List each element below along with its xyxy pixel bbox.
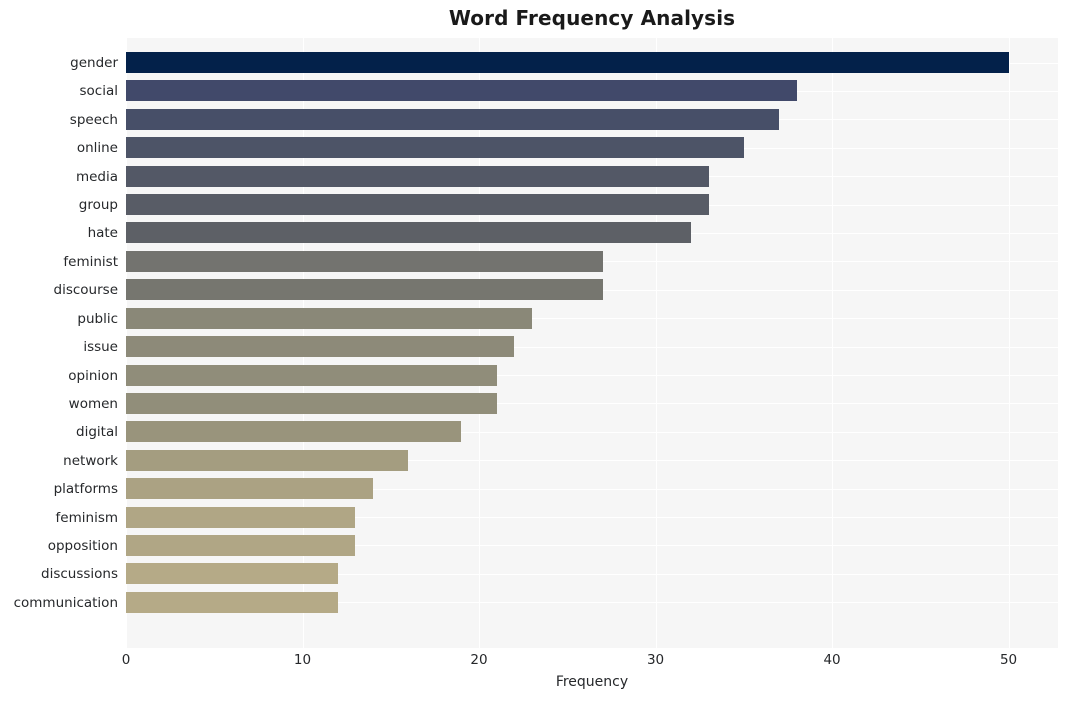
x-tick-label: 30 — [646, 652, 665, 668]
bar — [126, 450, 408, 471]
bar — [126, 308, 532, 329]
bar — [126, 251, 603, 272]
x-tick-label: 0 — [121, 652, 131, 668]
y-tick-label: opposition — [47, 537, 118, 554]
y-tick-label: social — [79, 82, 119, 99]
bar — [126, 507, 355, 528]
bar — [126, 421, 461, 442]
bar — [126, 336, 514, 357]
y-tick-label: group — [78, 196, 118, 213]
bar — [126, 80, 797, 101]
y-tick-label: media — [75, 168, 118, 185]
bar — [126, 535, 355, 556]
bar — [126, 478, 373, 499]
bar — [126, 592, 338, 613]
y-tick-label: women — [68, 395, 118, 412]
chart-figure: Word Frequency Analysis gender social spee… — [0, 0, 1066, 701]
chart-title: Word Frequency Analysis — [448, 6, 736, 30]
y-tick-label: feminism — [55, 509, 118, 526]
plot-area — [126, 38, 1058, 648]
y-tick-label: communication — [13, 594, 118, 611]
y-tick-label: discussions — [41, 565, 118, 582]
bar — [126, 109, 779, 130]
y-tick-label: speech — [69, 111, 118, 128]
y-tick-label: discourse — [53, 281, 118, 298]
x-tick-label: 40 — [823, 652, 841, 668]
y-tick-label: online — [76, 139, 118, 156]
vertical-gridline — [832, 38, 834, 648]
y-tick-label: gender — [70, 54, 118, 71]
bar — [126, 365, 497, 386]
y-tick-label: feminist — [63, 253, 118, 270]
x-axis-label: Frequency — [555, 674, 629, 690]
bar — [126, 137, 744, 158]
bar — [126, 222, 691, 243]
y-axis-tick-labels: gender social speech online media group hate fe… — [0, 38, 118, 648]
y-tick-label: public — [77, 310, 118, 327]
y-tick-label: network — [63, 452, 118, 469]
y-tick-label: platforms — [53, 480, 118, 497]
bar — [126, 52, 1009, 73]
x-tick-label: 10 — [293, 652, 312, 668]
y-tick-label: issue — [83, 338, 118, 355]
bar — [126, 563, 338, 584]
y-tick-label: hate — [87, 224, 118, 241]
bar — [126, 166, 709, 187]
x-tick-label: 50 — [999, 652, 1018, 668]
bar — [126, 279, 603, 300]
y-tick-label: opinion — [68, 367, 118, 384]
x-tick-label: 20 — [470, 652, 488, 668]
vertical-gridline — [1008, 38, 1010, 648]
bar — [126, 393, 497, 414]
y-tick-label: digital — [76, 423, 118, 440]
bar — [126, 194, 709, 215]
